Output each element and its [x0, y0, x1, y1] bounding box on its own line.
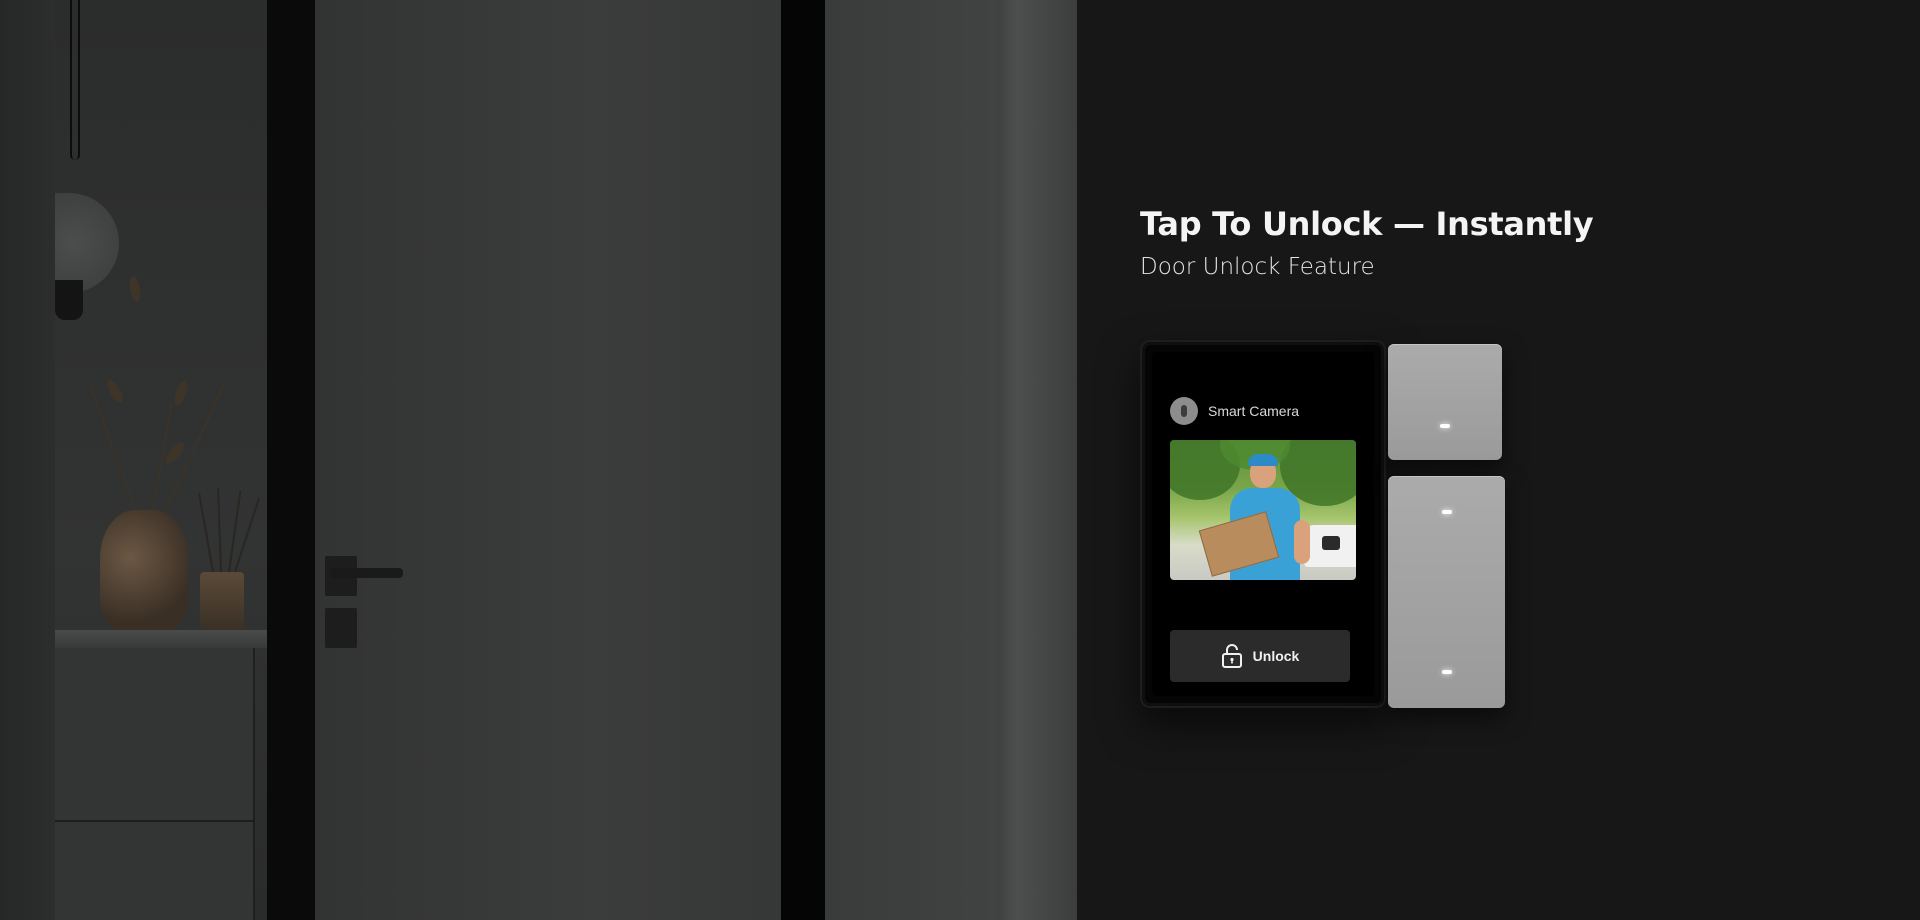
light-switch-bottom[interactable]: [1388, 476, 1505, 708]
hero-subtitle: Door Unlock Feature: [1140, 254, 1375, 280]
light-switch-top[interactable]: [1388, 344, 1502, 460]
door-panel: [315, 0, 781, 920]
door-handle: [330, 568, 403, 578]
vase: [100, 510, 188, 630]
wall-edge-trim: [997, 0, 1077, 920]
camera-header: Smart Camera: [1170, 397, 1299, 425]
unlock-button[interactable]: Unlock: [1170, 630, 1350, 682]
camera-feed-image[interactable]: [1170, 440, 1356, 580]
console-shelf: [55, 630, 270, 648]
door-lock-plate: [325, 608, 357, 648]
left-wall: [0, 0, 55, 920]
touch-panel: Smart Camera Unlock: [1140, 340, 1386, 708]
door-frame-right: [781, 0, 825, 920]
unlock-button-label: Unlock: [1252, 648, 1300, 664]
smart-panel-device: Smart Camera Unlock: [1140, 340, 1505, 708]
switch-led-indicator: [1440, 424, 1450, 428]
feed-van-window: [1322, 536, 1340, 550]
switch-led-indicator-upper: [1441, 510, 1452, 514]
pendant-lamp-base: [55, 280, 83, 320]
cabinet-seam: [55, 820, 255, 822]
reed-diffuser: [200, 572, 244, 630]
feed-courier-cap: [1248, 454, 1278, 466]
pendant-lamp-cord: [70, 0, 80, 160]
panel-screen: Smart Camera Unlock: [1152, 352, 1374, 696]
feed-courier-arm: [1294, 520, 1310, 564]
camera-label: Smart Camera: [1208, 403, 1300, 419]
unlocked-padlock-icon: [1221, 644, 1242, 668]
door-frame-left: [267, 0, 315, 920]
switch-led-indicator-lower: [1441, 670, 1452, 674]
camera-icon: [1170, 397, 1198, 425]
doorway-scene-image: [0, 0, 1077, 920]
right-wall: [825, 0, 997, 920]
console-cabinet: [55, 648, 255, 920]
hero-title: Tap To Unlock — Instantly: [1140, 205, 1594, 243]
